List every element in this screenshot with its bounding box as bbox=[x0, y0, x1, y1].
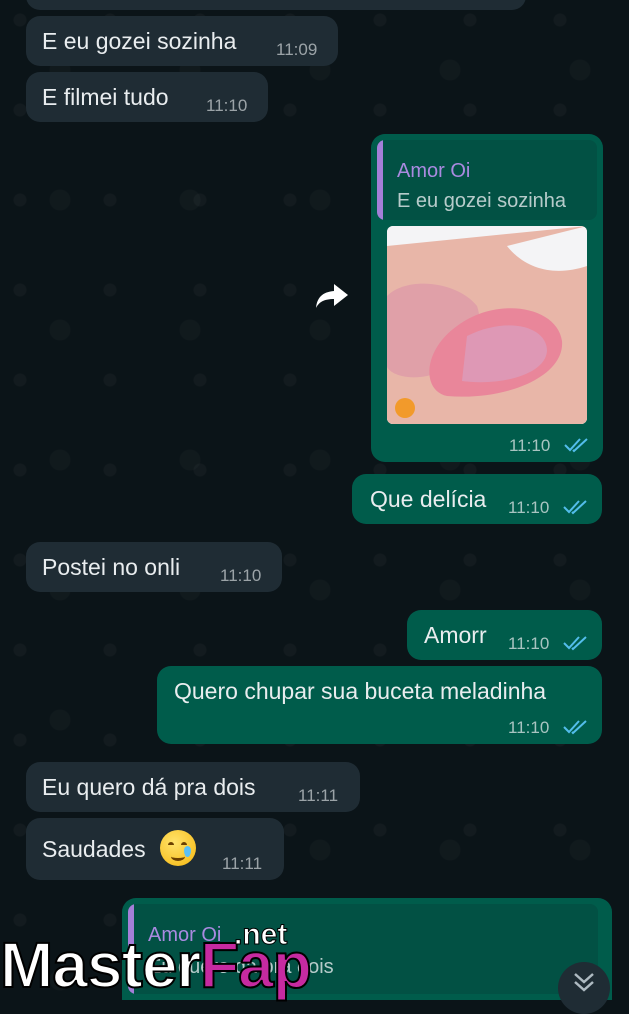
quote-text: E eu gozei sozinha bbox=[397, 190, 567, 212]
message-bubble-outgoing[interactable]: Que delícia 11:10 bbox=[352, 474, 602, 524]
quote-accent-bar bbox=[377, 140, 383, 220]
message-time: 11:10 bbox=[206, 96, 248, 115]
message-time: 11:11 bbox=[222, 854, 263, 873]
message-text: Saudades bbox=[42, 836, 146, 862]
read-ticks-icon bbox=[564, 438, 588, 453]
message-bubble-incoming[interactable]: E filmei tudo 11:10 bbox=[26, 72, 268, 122]
emoji-mouth bbox=[171, 852, 185, 861]
message-text: Eu quero dá pra dois bbox=[42, 774, 256, 800]
message-text: E eu gozei sozinha bbox=[42, 28, 237, 54]
message-time: 11:10 bbox=[508, 498, 550, 517]
message-text: Quero chupar sua buceta meladinha bbox=[174, 678, 547, 704]
scroll-to-bottom-button[interactable] bbox=[558, 962, 610, 1014]
message-time: 11:10 bbox=[509, 436, 551, 455]
message-text: Amorr bbox=[424, 622, 487, 648]
message-bubble-outgoing[interactable]: Quero chupar sua buceta meladinha 11:10 bbox=[157, 666, 602, 744]
message-time: 11:11 bbox=[298, 786, 339, 805]
read-ticks-icon bbox=[563, 500, 587, 515]
watermark-master: Master bbox=[0, 928, 202, 1002]
message-text: Postei no onli bbox=[42, 554, 181, 580]
message-bubble-incoming[interactable]: Postei no onli 11:10 bbox=[26, 542, 282, 592]
message-bubble-partial[interactable] bbox=[26, 0, 526, 10]
read-ticks-icon bbox=[563, 720, 587, 735]
watermark-net: .net bbox=[233, 918, 288, 952]
forward-icon[interactable] bbox=[312, 280, 352, 312]
crying-face-emoji-icon bbox=[160, 830, 196, 866]
emoji-eye bbox=[168, 842, 174, 848]
emoji-tear bbox=[184, 846, 191, 857]
message-image[interactable] bbox=[387, 226, 587, 424]
message-text: Que delícia bbox=[370, 486, 487, 512]
message-time: 11:09 bbox=[276, 40, 318, 59]
message-bubble-outgoing[interactable]: Amor Oi E eu gozei sozinha 11:10 bbox=[371, 134, 603, 462]
double-chevron-down-icon bbox=[574, 973, 594, 992]
read-ticks-icon bbox=[563, 636, 587, 651]
message-time: 11:10 bbox=[508, 718, 550, 737]
message-time: 11:10 bbox=[508, 634, 550, 653]
message-bubble-incoming[interactable]: Eu quero dá pra dois 11:11 bbox=[26, 762, 360, 812]
watermark: Master Fap .net bbox=[0, 918, 629, 1003]
reply-quote[interactable]: Amor Oi E eu gozei sozinha bbox=[377, 140, 597, 220]
message-time: 11:10 bbox=[220, 566, 262, 585]
message-bubble-incoming[interactable]: E eu gozei sozinha 11:09 bbox=[26, 16, 338, 66]
quote-author: Amor Oi bbox=[397, 160, 471, 182]
message-bubble-incoming[interactable]: Saudades 11:11 bbox=[26, 818, 284, 880]
message-bubble-outgoing[interactable]: Amorr 11:10 bbox=[407, 610, 602, 660]
image-thumbnail bbox=[387, 226, 587, 424]
message-text: E filmei tudo bbox=[42, 84, 169, 110]
